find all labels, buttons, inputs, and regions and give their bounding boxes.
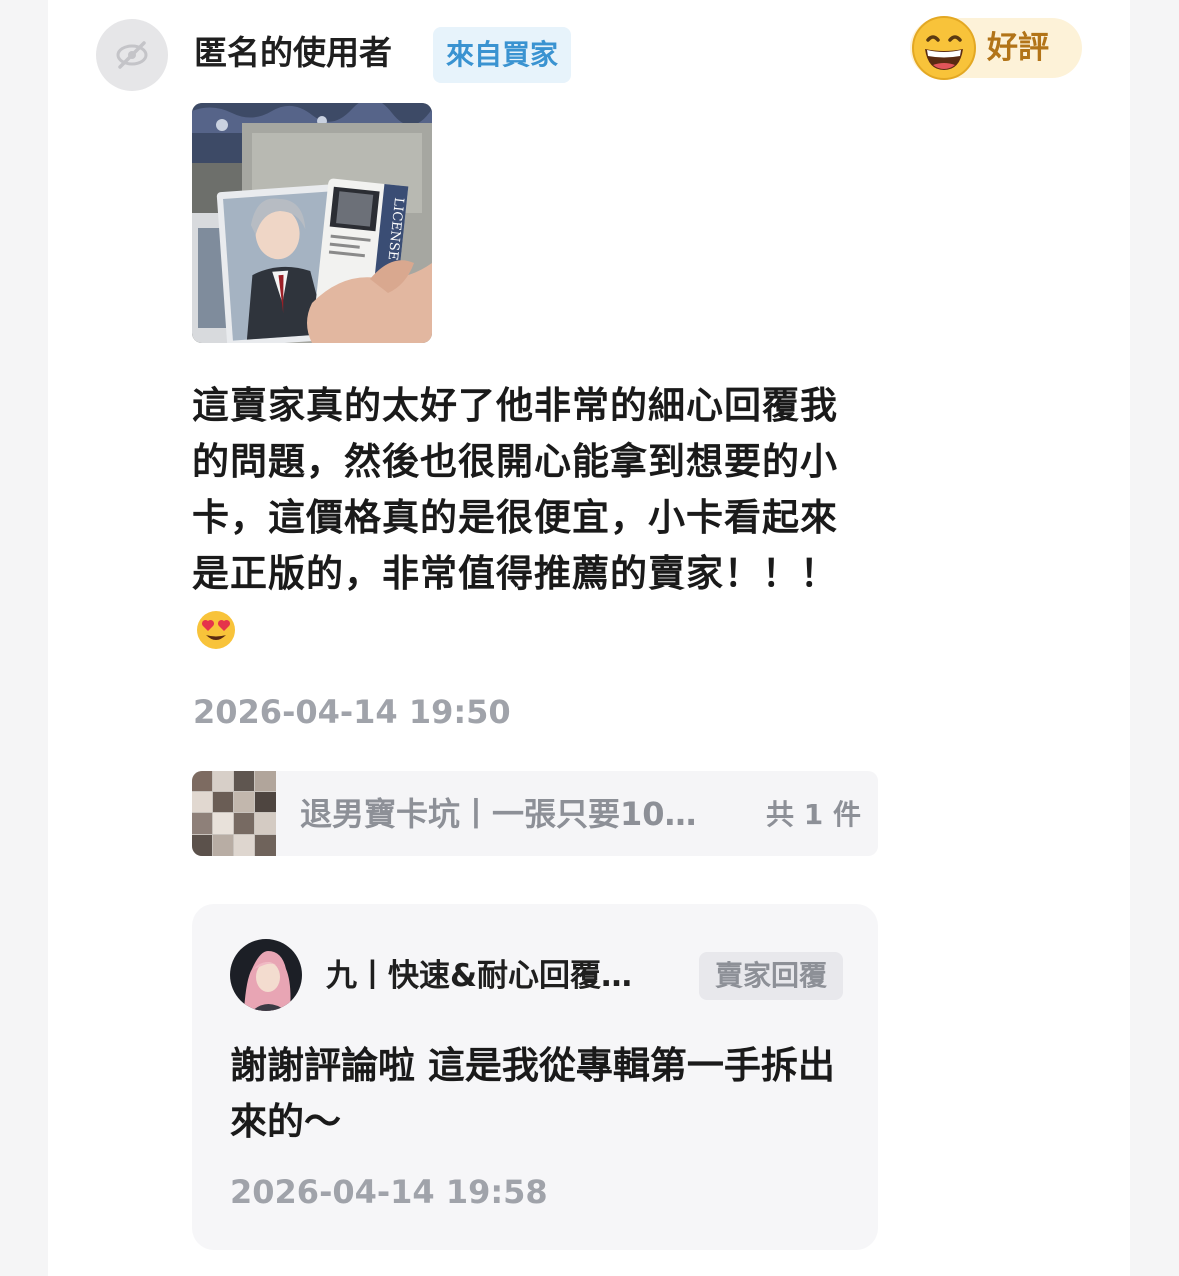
reviewer-name[interactable]: 匿名的使用者 bbox=[194, 30, 392, 76]
heart-eyes-emoji-icon bbox=[196, 610, 236, 666]
seller-reply-badge: 賣家回覆 bbox=[699, 952, 843, 1000]
anonymous-avatar bbox=[96, 19, 168, 91]
review-text-body: 這賣家真的太好了他非常的細心回覆我的問題，然後也很開心能拿到想要的小卡，這價格真… bbox=[192, 384, 838, 595]
product-count: 共 1 件 bbox=[766, 798, 861, 831]
seller-reply-timestamp: 2026-04-14 19:58 bbox=[230, 1173, 548, 1211]
purchased-product-row[interactable]: 退男寶卡坑丨一張只要10… 共 1 件 bbox=[192, 771, 878, 856]
seller-reply: 九丨快速&耐心回覆… 賣家回覆 謝謝評論啦 這是我從專輯第一手拆出來的～ 202… bbox=[192, 904, 878, 1250]
product-name: 退男寶卡坑丨一張只要10… bbox=[300, 795, 697, 833]
rating-label: 好評 bbox=[987, 30, 1049, 66]
product-thumbnail bbox=[192, 771, 276, 856]
review-photo-image: LICENSE CAR bbox=[192, 103, 432, 343]
seller-avatar[interactable] bbox=[230, 939, 302, 1011]
buyer-badge: 來自買家 bbox=[433, 27, 572, 83]
hidden-eye-icon bbox=[116, 41, 148, 69]
seller-reply-text: 謝謝評論啦 這是我從專輯第一手拆出來的～ bbox=[230, 1044, 835, 1143]
review-photo[interactable]: LICENSE CAR bbox=[192, 103, 432, 343]
review-timestamp: 2026-04-14 19:50 bbox=[193, 693, 511, 731]
review-text: 這賣家真的太好了他非常的細心回覆我的問題，然後也很開心能拿到想要的小卡，這價格真… bbox=[192, 378, 872, 666]
grinning-face-icon bbox=[912, 16, 976, 80]
seller-name[interactable]: 九丨快速&耐心回覆… bbox=[326, 954, 632, 998]
